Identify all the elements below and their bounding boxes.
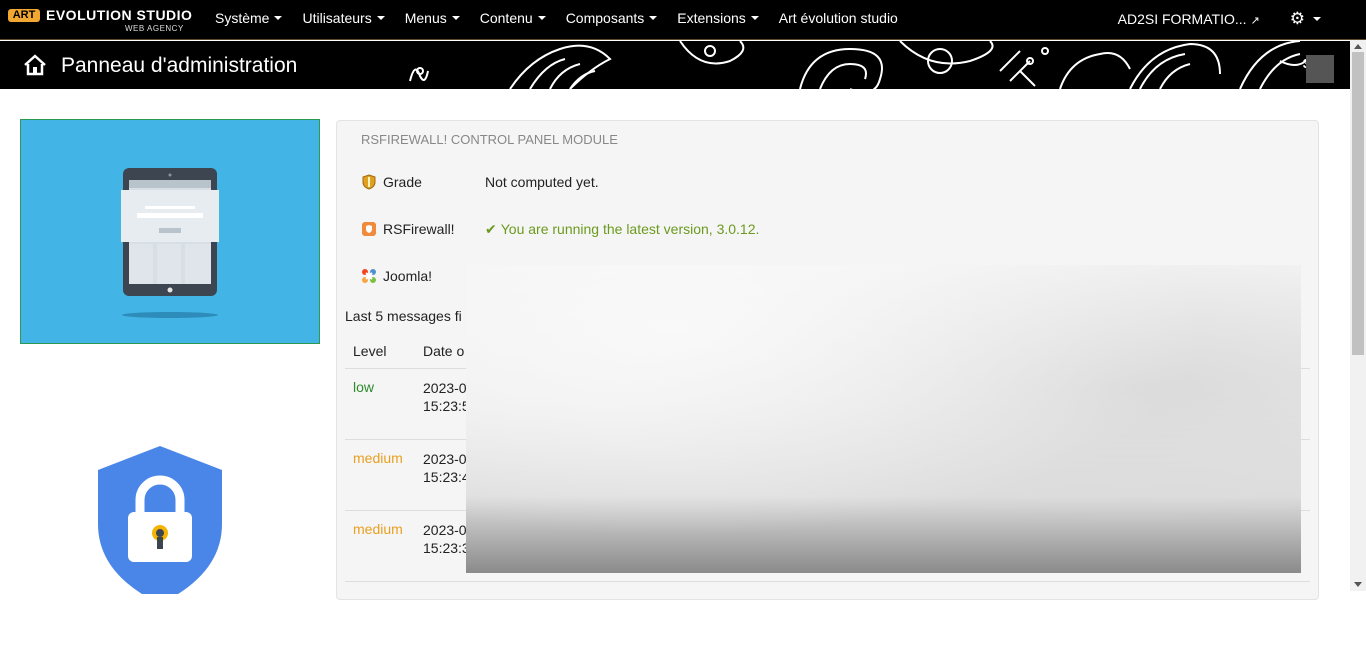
caret-down-icon — [649, 16, 658, 20]
scroll-thumb[interactable] — [1352, 52, 1364, 355]
menu-art-evolution-studio[interactable]: Art évolution studio — [769, 0, 908, 38]
nav-right: AD2SI FORMATIO... ↗ ⚙ — [1118, 0, 1321, 38]
external-link-icon: ↗ — [1250, 15, 1260, 27]
redacted-overlay — [466, 265, 1301, 573]
grade-value: Not computed yet. — [485, 174, 599, 190]
column-header-level: Level — [353, 343, 387, 359]
scroll-down-arrow[interactable] — [1354, 582, 1362, 587]
menu-systeme[interactable]: Système — [205, 0, 292, 38]
version-status: ✔ You are running the latest version, 3.0… — [485, 221, 760, 237]
caret-down-icon — [750, 16, 759, 20]
caret-down-icon — [1313, 17, 1321, 21]
tablet-icon — [121, 168, 219, 318]
caret-down-icon — [537, 16, 546, 20]
date-cell: 2023-0 15:23:3 — [423, 522, 470, 556]
grade-label: Grade — [361, 174, 422, 190]
joomla-icon — [362, 269, 376, 283]
brand-tagline: WEB AGENCY — [125, 24, 184, 33]
page-header: Panneau d'administration 3 — [0, 41, 1350, 89]
brand-badge: ART — [8, 9, 40, 22]
rsfirewall-label: RSFirewall! — [361, 221, 455, 237]
messages-caption: Last 5 messages fi — [345, 308, 462, 324]
level-cell: medium — [353, 450, 403, 466]
scroll-up-arrow[interactable] — [1354, 44, 1362, 49]
column-header-date: Date o — [423, 343, 465, 359]
caret-down-icon — [451, 16, 460, 20]
gear-icon: ⚙ — [1289, 9, 1305, 28]
level-cell: low — [353, 379, 375, 395]
date-cell: 2023-0 15:23:4 — [423, 451, 470, 485]
menu-contenu[interactable]: Contenu — [470, 0, 556, 38]
decorative-pattern — [409, 41, 1311, 89]
shield-grade-icon — [362, 174, 376, 190]
menu-composants[interactable]: Composants — [556, 0, 668, 38]
menu-utilisateurs[interactable]: Utilisateurs — [292, 0, 394, 38]
redacted-overlay-shading — [466, 265, 1301, 573]
page-title: Panneau d'administration — [61, 54, 298, 77]
level-cell: medium — [353, 521, 403, 537]
site-link[interactable]: AD2SI FORMATIO... ↗ — [1118, 11, 1260, 27]
brand-name: EVOLUTION STUDIO — [46, 7, 193, 23]
joomla-label: Joomla! — [361, 268, 432, 284]
home-icon[interactable] — [22, 54, 48, 76]
caret-down-icon — [376, 16, 385, 20]
avatar[interactable] — [1306, 55, 1334, 83]
table-row — [345, 581, 1310, 652]
caret-down-icon — [274, 16, 283, 20]
menu-menus[interactable]: Menus — [395, 0, 470, 38]
date-cell: 2023-0 15:23:5 — [423, 380, 470, 414]
page-scrollbar[interactable] — [1350, 40, 1366, 591]
main-menu: Système Utilisateurs Menus Contenu Compo… — [205, 0, 908, 38]
top-navbar: ART EVOLUTION STUDIO WEB AGENCY Système … — [0, 0, 1366, 40]
rsfirewall-icon — [362, 222, 376, 236]
checkmark-icon: ✔ — [485, 221, 497, 237]
security-shield-illustration — [96, 444, 224, 604]
shield-lock-icon — [98, 446, 222, 604]
panel-title: RSFIREWALL! CONTROL PANEL MODULE — [361, 132, 618, 147]
settings-menu[interactable]: ⚙ — [1290, 9, 1321, 29]
menu-extensions[interactable]: Extensions — [667, 0, 768, 38]
tablet-illustration — [20, 119, 320, 344]
